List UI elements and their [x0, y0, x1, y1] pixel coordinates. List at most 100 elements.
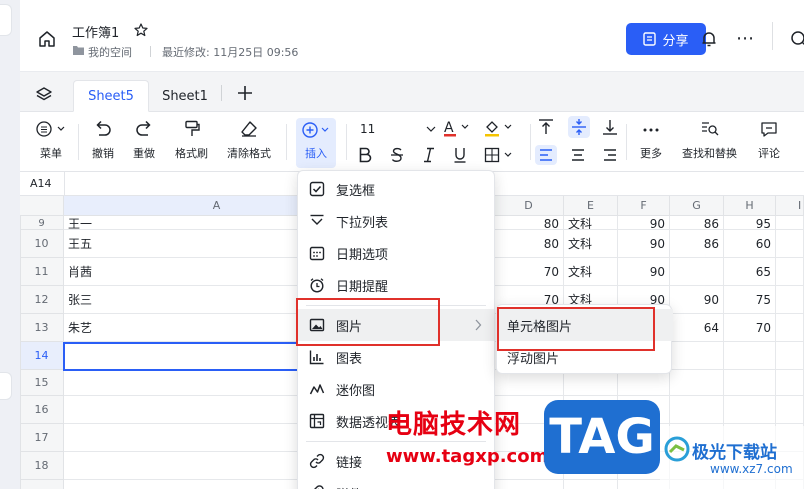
table-cell[interactable]: 90 [618, 258, 670, 286]
font-size-select[interactable]: 11 [356, 120, 436, 138]
insert-plus-icon [302, 122, 329, 138]
layers-icon[interactable] [36, 86, 52, 102]
table-cell[interactable]: 90 [670, 286, 724, 314]
table-cell[interactable]: 文科 [564, 258, 618, 286]
location-label[interactable]: 我的空间 [88, 44, 132, 60]
more-button[interactable]: 更多 [640, 120, 662, 161]
more-options-icon[interactable]: ⋯ [736, 28, 755, 49]
row-header[interactable]: 9 [20, 216, 64, 230]
table-cell[interactable] [776, 314, 804, 342]
menu-item-sparkline[interactable]: 迷你图 [298, 373, 494, 405]
font-color-icon[interactable]: A [442, 118, 472, 140]
clear-format-button[interactable]: 清除格式 [227, 120, 271, 161]
row-header[interactable]: 12 [20, 286, 64, 314]
table-cell[interactable] [494, 480, 564, 489]
align-top-icon[interactable] [538, 118, 554, 136]
format-painter-button[interactable]: 格式刷 [175, 120, 208, 161]
insert-button[interactable]: 插入 [296, 118, 336, 168]
table-cell[interactable]: 75 [724, 286, 776, 314]
table-cell[interactable] [670, 258, 724, 286]
document-title[interactable]: 工作簿1 [72, 22, 119, 41]
column-header-i[interactable]: I [776, 196, 804, 216]
table-cell[interactable] [776, 342, 804, 370]
table-cell[interactable]: 文科 [564, 230, 618, 258]
search-icon[interactable] [790, 30, 804, 48]
table-cell[interactable] [724, 396, 776, 424]
select-all-corner[interactable] [20, 196, 64, 216]
table-cell[interactable]: 86 [670, 230, 724, 258]
table-cell[interactable] [564, 480, 618, 489]
tab-sheet5[interactable]: Sheet5 [73, 80, 149, 112]
table-cell[interactable] [670, 370, 724, 396]
comment-button[interactable]: 评论 [758, 120, 780, 161]
row-header[interactable]: 14 [20, 342, 64, 370]
menu-item-date-reminder[interactable]: 日期提醒 [298, 269, 494, 301]
redo-button[interactable]: 重做 [133, 120, 155, 161]
column-header-g[interactable]: G [670, 196, 724, 216]
chevron-down-icon [426, 126, 436, 132]
undo-button[interactable]: 撤销 [92, 120, 114, 161]
share-button[interactable]: 分享 [626, 23, 706, 55]
table-cell[interactable]: 60 [724, 230, 776, 258]
table-cell[interactable] [776, 396, 804, 424]
align-bottom-icon[interactable] [602, 118, 618, 136]
left-edge-tab-mid[interactable] [0, 372, 12, 400]
table-cell[interactable]: 70 [724, 314, 776, 342]
strikethrough-icon[interactable] [390, 147, 404, 163]
menu-item-attachment[interactable]: 附件 [298, 477, 494, 489]
align-right-icon[interactable] [603, 148, 617, 162]
table-cell[interactable]: 86 [670, 216, 724, 230]
table-cell[interactable] [670, 396, 724, 424]
menu-item-dropdown-list[interactable]: 下拉列表 [298, 205, 494, 237]
table-cell[interactable] [776, 216, 804, 230]
table-cell[interactable] [776, 258, 804, 286]
table-cell[interactable]: 文科 [564, 216, 618, 230]
find-replace-button[interactable]: 查找和替换 [682, 120, 737, 161]
cell-reference[interactable]: A14 [30, 177, 52, 190]
table-cell[interactable] [724, 370, 776, 396]
column-header-e[interactable]: E [564, 196, 618, 216]
menu-item-date-picker[interactable]: 日期选项 [298, 237, 494, 269]
left-edge-tab-top[interactable] [0, 4, 12, 36]
bold-icon[interactable] [358, 147, 372, 163]
column-header-f[interactable]: F [618, 196, 670, 216]
row-header[interactable]: 15 [20, 370, 64, 396]
align-left-icon[interactable] [535, 145, 557, 165]
table-cell[interactable] [724, 342, 776, 370]
table-cell[interactable]: 70 [494, 258, 564, 286]
tab-sheet1[interactable]: Sheet1 [154, 80, 216, 112]
table-cell[interactable]: 80 [494, 216, 564, 230]
table-cell[interactable]: 65 [724, 258, 776, 286]
column-header-d[interactable]: D [494, 196, 564, 216]
add-sheet-icon[interactable] [237, 85, 253, 101]
bell-icon[interactable] [700, 30, 718, 48]
menu-button[interactable]: 菜单 [34, 120, 68, 161]
underline-icon[interactable] [453, 147, 467, 163]
star-icon[interactable] [134, 23, 148, 37]
align-middle-icon[interactable] [568, 116, 590, 138]
menu-item-checkbox[interactable]: 复选框 [298, 173, 494, 205]
italic-icon[interactable] [422, 147, 436, 163]
table-cell[interactable]: 95 [724, 216, 776, 230]
row-header[interactable]: 11 [20, 258, 64, 286]
row-header[interactable]: 19 [20, 480, 64, 489]
table-cell[interactable] [776, 230, 804, 258]
table-cell[interactable] [670, 342, 724, 370]
table-cell[interactable] [776, 286, 804, 314]
menu-icon [36, 121, 65, 137]
home-icon[interactable] [38, 30, 56, 48]
row-header[interactable]: 18 [20, 452, 64, 480]
fill-color-icon[interactable] [483, 118, 515, 140]
table-cell[interactable]: 90 [618, 216, 670, 230]
border-icon[interactable] [484, 147, 516, 163]
column-header-h[interactable]: H [724, 196, 776, 216]
table-cell[interactable]: 90 [618, 230, 670, 258]
align-center-icon[interactable] [571, 148, 585, 162]
row-header[interactable]: 13 [20, 314, 64, 342]
row-header[interactable]: 10 [20, 230, 64, 258]
table-cell[interactable] [776, 370, 804, 396]
table-cell[interactable]: 64 [670, 314, 724, 342]
row-header[interactable]: 17 [20, 424, 64, 452]
table-cell[interactable]: 80 [494, 230, 564, 258]
row-header[interactable]: 16 [20, 396, 64, 424]
